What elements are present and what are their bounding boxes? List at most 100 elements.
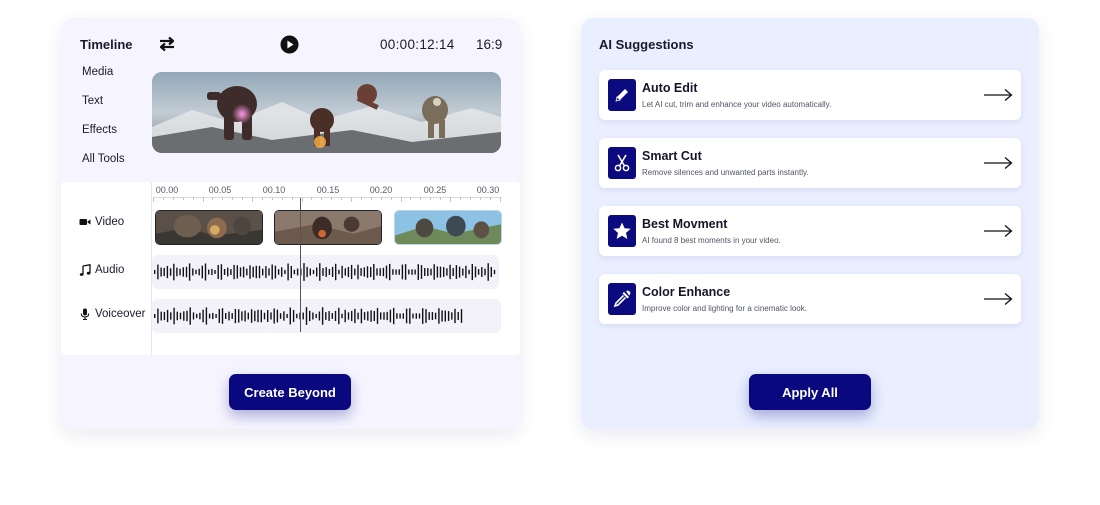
waveform-bar bbox=[420, 265, 423, 279]
waveform-bar bbox=[241, 311, 243, 321]
video-preview[interactable] bbox=[152, 72, 501, 153]
waveform-bar bbox=[309, 268, 311, 276]
waveform-bar bbox=[487, 263, 489, 281]
waveform-bar bbox=[211, 268, 213, 276]
waveform-bar bbox=[220, 264, 223, 280]
audio-track[interactable] bbox=[152, 255, 499, 289]
waveform-bar bbox=[192, 268, 194, 276]
video-clip[interactable] bbox=[394, 210, 502, 245]
waveform-bar bbox=[267, 310, 269, 322]
waveform-bar bbox=[477, 269, 480, 275]
waveform-bar bbox=[277, 269, 280, 275]
waveform-bar bbox=[471, 264, 473, 281]
menu-item-text[interactable]: Text bbox=[82, 94, 125, 123]
waveform-bar bbox=[286, 313, 288, 318]
waveform-bar bbox=[447, 311, 450, 321]
apply-all-button[interactable]: Apply All bbox=[749, 374, 871, 410]
waveform-bar bbox=[376, 308, 379, 324]
waveform-bar bbox=[186, 310, 188, 322]
waveform-bar bbox=[354, 268, 356, 276]
waveform-bar bbox=[312, 312, 314, 320]
waveform-bar bbox=[270, 312, 272, 320]
waveform-bar bbox=[415, 313, 417, 319]
ruler-tick bbox=[261, 197, 263, 200]
waveform-bar bbox=[257, 309, 259, 323]
arrow-right-icon[interactable] bbox=[983, 156, 1013, 170]
suggestion-card-smart-cut[interactable]: Smart Cut Remove silences and unwanted p… bbox=[599, 138, 1021, 188]
waveform-bar bbox=[389, 309, 392, 323]
waveform-bar bbox=[157, 308, 159, 324]
suggestion-card-auto-edit[interactable]: Auto Edit Let AI cut, trim and enhance y… bbox=[599, 70, 1021, 120]
menu-item-media[interactable]: Media bbox=[82, 65, 125, 94]
voiceover-track[interactable] bbox=[152, 299, 501, 333]
video-clip[interactable] bbox=[155, 210, 263, 245]
waveform-bar bbox=[204, 263, 207, 281]
waveform-bar bbox=[325, 312, 327, 320]
audio-waveform bbox=[154, 263, 496, 281]
waveform-bar bbox=[173, 263, 175, 281]
track-label-voiceover: Voiceover bbox=[79, 308, 146, 320]
track-name: Video bbox=[95, 216, 125, 228]
track-name: Audio bbox=[95, 264, 125, 276]
ruler-tick bbox=[281, 197, 283, 200]
waveform-bar bbox=[370, 310, 372, 322]
waveform-bar bbox=[176, 311, 178, 321]
track-name: Voiceover bbox=[95, 308, 146, 320]
waveform-bar bbox=[341, 265, 343, 279]
waveform-bar bbox=[425, 309, 427, 323]
waveform-bar bbox=[363, 267, 365, 277]
waveform-bar bbox=[199, 312, 201, 320]
waveform-bar bbox=[231, 313, 233, 319]
waveform-bar bbox=[451, 312, 453, 320]
waveform-bar bbox=[289, 307, 291, 325]
ruler-tick bbox=[182, 197, 184, 200]
arrow-right-icon[interactable] bbox=[983, 224, 1013, 238]
waveform-bar bbox=[338, 269, 340, 275]
waveform-bar bbox=[163, 267, 165, 277]
ruler-tick bbox=[301, 197, 303, 202]
waveform-bar bbox=[217, 265, 219, 279]
waveform-bar bbox=[208, 313, 211, 319]
waveform-bar bbox=[376, 268, 378, 276]
menu-item-all-tools[interactable]: All Tools bbox=[82, 152, 125, 181]
ruler-tick bbox=[331, 197, 333, 200]
ruler-label: 00.05 bbox=[208, 185, 232, 195]
timecode: 00:00:12:14 bbox=[380, 37, 455, 52]
video-clip[interactable] bbox=[274, 210, 382, 245]
ruler-tick bbox=[499, 197, 501, 202]
microphone-icon bbox=[80, 308, 90, 320]
waveform-bar bbox=[239, 267, 242, 277]
menu-item-effects[interactable]: Effects bbox=[82, 123, 125, 152]
waveform-bar bbox=[303, 263, 305, 281]
eyedropper-icon-tile bbox=[608, 283, 636, 315]
waveform-bar bbox=[331, 313, 333, 319]
waveform-bar bbox=[350, 264, 353, 280]
waveform-bar bbox=[316, 267, 318, 277]
waveform-bar bbox=[411, 269, 413, 275]
waveform-bar bbox=[306, 266, 308, 278]
suggestion-card-best-movment[interactable]: Best Movment AI found 8 best moments in … bbox=[599, 206, 1021, 256]
create-beyond-button[interactable]: Create Beyond bbox=[229, 374, 351, 410]
aspect-ratio[interactable]: 16:9 bbox=[476, 37, 502, 52]
ruler-tick bbox=[202, 197, 204, 202]
waveform-bar bbox=[422, 308, 424, 324]
waveform-bar bbox=[351, 310, 353, 322]
waveform-bar bbox=[328, 269, 331, 275]
arrow-right-icon[interactable] bbox=[983, 88, 1013, 102]
ruler-tick bbox=[271, 197, 273, 200]
pencil-icon-tile bbox=[608, 79, 636, 111]
waveform-bar bbox=[169, 268, 172, 276]
playhead[interactable] bbox=[300, 198, 301, 332]
waveform-bar bbox=[254, 310, 256, 322]
arrow-right-icon[interactable] bbox=[983, 292, 1013, 306]
card-title: Smart Cut bbox=[642, 149, 702, 163]
waveform-bar bbox=[227, 267, 229, 277]
waveform-bar bbox=[366, 266, 369, 278]
suggestion-card-color-enhance[interactable]: Color Enhance Improve color and lighting… bbox=[599, 274, 1021, 324]
waveform-bar bbox=[427, 268, 429, 276]
ruler-tick bbox=[321, 197, 323, 200]
play-icon[interactable] bbox=[280, 35, 299, 54]
clip-thumbnail bbox=[156, 211, 262, 244]
waveform-bar bbox=[490, 267, 492, 277]
swap-arrows-icon[interactable] bbox=[157, 35, 177, 53]
